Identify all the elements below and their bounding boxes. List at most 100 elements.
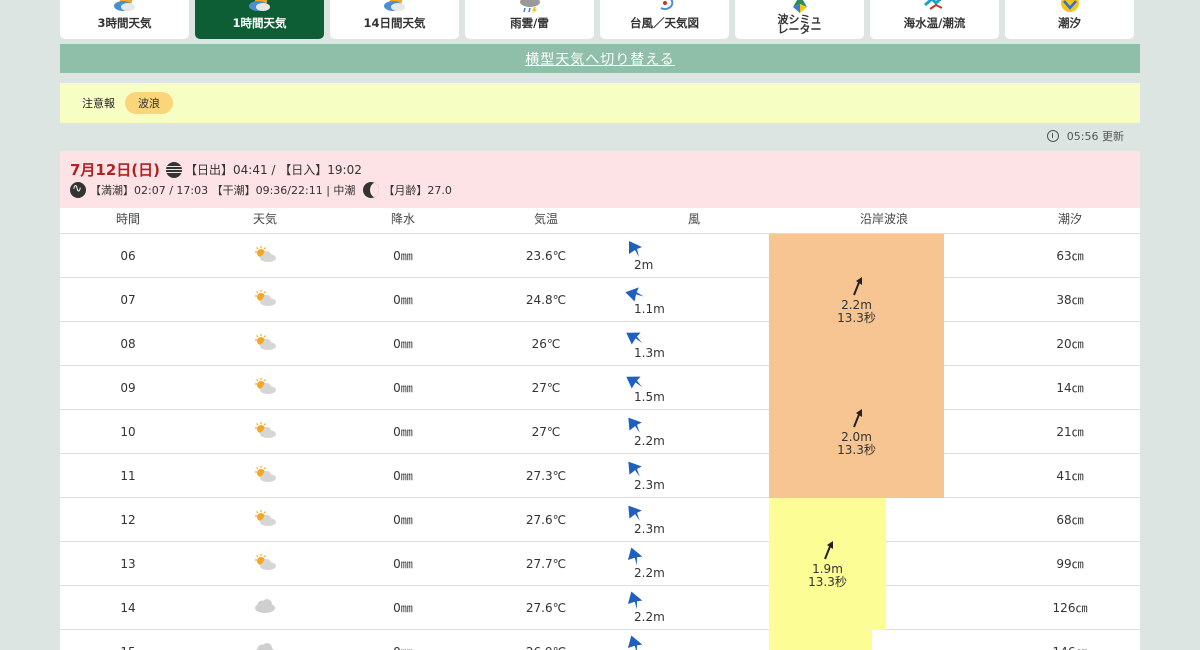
cell-tide: 21㎝	[1056, 425, 1084, 439]
header-tide: 潮汐	[1057, 212, 1082, 226]
cell-wind	[620, 630, 768, 650]
cell-weather	[196, 410, 334, 453]
cell-weather	[196, 278, 334, 321]
tab-label: 雨雲/雷	[510, 16, 549, 30]
cell-wind: 1.5m	[620, 366, 768, 409]
cell-time: 11	[120, 468, 136, 483]
wave-period: 13.3秒	[837, 310, 876, 325]
cell-tide: 41㎝	[1056, 469, 1084, 483]
sunny-cloudy-icon	[253, 289, 277, 310]
tab-5[interactable]: 波シミュ レーター	[735, 0, 864, 39]
moon-age: 【月齢】27.0	[383, 184, 452, 197]
switch-layout-bar: 横型天気へ切り替える	[60, 44, 1140, 73]
wind-speed: 2.2m	[634, 434, 665, 448]
wave-period: 13.3秒	[837, 442, 876, 457]
table-row: 06 0㎜ 23.6℃ 2m 63㎝	[60, 234, 1140, 278]
tab-2[interactable]: 14日間天気	[330, 0, 459, 39]
table-row: 09 0㎜ 27℃ 1.5m 14㎝	[60, 366, 1140, 410]
tab-label: 台風／天気図	[630, 16, 699, 30]
table-row: 08 0㎜ 26℃ 1.3m 20㎝	[60, 322, 1140, 366]
cell-time: 08	[120, 336, 136, 351]
tab-4[interactable]: 台風／天気図	[600, 0, 729, 39]
cell-time: 06	[120, 248, 136, 263]
cell-temp: 27.7℃	[525, 556, 567, 571]
cell-tide: 38㎝	[1056, 293, 1084, 307]
wave-height: 2.0m	[841, 429, 872, 444]
cell-tide: 63㎝	[1056, 249, 1084, 263]
cell-time: 07	[120, 292, 136, 307]
cell-temp: 23.6℃	[525, 248, 567, 263]
table-row: 11 0㎜ 27.3℃ 2.3m 41㎝	[60, 454, 1140, 498]
cell-tide: 20㎝	[1056, 337, 1084, 351]
switch-layout-link[interactable]: 横型天気へ切り替える	[525, 52, 675, 68]
wave-arrow-icon	[850, 276, 864, 299]
cell-rain: 0㎜	[334, 630, 472, 650]
tab-label: 1時間天気	[232, 16, 287, 30]
cell-weather	[196, 542, 334, 585]
cell-temp: 27.6℃	[525, 512, 567, 527]
cell-wind: 2.2m	[620, 542, 768, 585]
cell-wind: 2.3m	[620, 454, 768, 497]
cell-temp: 24.8℃	[525, 292, 567, 307]
moon-icon	[363, 182, 380, 198]
wave-height: 2.2m	[841, 297, 872, 312]
tab-6[interactable]: 海水温/潮流	[870, 0, 999, 39]
wind-speed: 1.5m	[634, 390, 665, 404]
table-row: 13 0㎜ 27.7℃ 2.2m 99㎝	[60, 542, 1140, 586]
wind-arrow-icon	[627, 635, 644, 650]
cell-time: 10	[120, 424, 136, 439]
wave-arrow-icon	[850, 408, 864, 431]
cloudy-icon	[253, 598, 277, 617]
wind-speed: 1.1m	[634, 302, 665, 316]
tab-label: 3時間天気	[97, 16, 152, 30]
cell-temp: 26℃	[531, 336, 561, 351]
tab-label: 14日間天気	[363, 16, 426, 30]
cell-temp: 27℃	[531, 380, 561, 395]
tide-wave-icon	[70, 181, 86, 198]
update-time-text: 05:56 更新	[1066, 130, 1124, 143]
cell-temp: 27.6℃	[525, 600, 567, 615]
tab-label: 海水温/潮流	[903, 16, 966, 30]
wave-block	[769, 630, 872, 650]
cell-wind: 1.3m	[620, 322, 768, 365]
header-wave: 沿岸波浪	[859, 212, 908, 226]
cell-wind: 2m	[620, 234, 768, 277]
wave-block: 2.2m 13.3秒	[769, 234, 944, 366]
wave-period: 13.3秒	[808, 574, 847, 589]
tab-1[interactable]: 1時間天気	[195, 0, 324, 39]
cell-wind: 2.2m	[620, 410, 768, 453]
header-temp: 気温	[533, 212, 558, 226]
tab-label: 波シミュ レーター	[735, 14, 864, 35]
cell-weather	[196, 630, 334, 650]
cell-wind: 2.2m	[620, 586, 768, 629]
wave-block: 1.9m 13.3秒	[769, 498, 886, 630]
tab-0[interactable]: 3時間天気	[60, 0, 189, 39]
cell-rain: 0㎜	[393, 337, 413, 351]
tab-7[interactable]: 潮汐	[1005, 0, 1134, 39]
day-header: 7月12日(日) 【日出】04:41 / 【日入】19:02 【満潮】02:07…	[60, 151, 1140, 208]
warning-label: 注意報	[82, 97, 115, 110]
cell-temp: 27℃	[531, 424, 561, 439]
cell-time: 15	[60, 630, 196, 650]
cell-tide: 126㎝	[1052, 601, 1088, 615]
cell-tide: 99㎝	[1056, 557, 1084, 571]
cell-wind: 1.1m	[620, 278, 768, 321]
warning-bar: 注意報 波浪	[60, 83, 1140, 123]
cell-rain: 0㎜	[393, 425, 413, 439]
tab-3[interactable]: 雨雲/雷	[465, 0, 594, 39]
day-date: 7月12日(日)	[70, 161, 161, 179]
cell-weather	[196, 234, 334, 277]
hourly-table: 時間 天気 降水 気温 風 沿岸波浪 潮汐 06 0㎜ 23.6℃ 2m 63㎝ 07 0㎜…	[60, 208, 1140, 650]
forecast-tabs: 3時間天気 1時間天気 14日間天気 雨雲/雷 台風／天気図 波シミュ レーター 海水温/潮流…	[60, 0, 1140, 40]
table-row: 15 0㎜26.9℃ 146㎝	[60, 630, 1140, 650]
cell-rain: 0㎜	[393, 513, 413, 527]
header-weather: 天気	[252, 212, 277, 226]
cell-rain: 0㎜	[393, 601, 413, 615]
cell-weather	[196, 586, 334, 629]
warning-badge[interactable]: 波浪	[125, 92, 173, 114]
wind-speed: 2m	[634, 258, 654, 272]
cell-time: 13	[120, 556, 136, 571]
wind-speed: 1.3m	[634, 346, 665, 360]
tide-times: 【満潮】02:07 / 17:03 【干潮】09:36/22:11 | 中潮	[90, 184, 356, 197]
cell-tide: 14㎝	[1056, 381, 1084, 395]
